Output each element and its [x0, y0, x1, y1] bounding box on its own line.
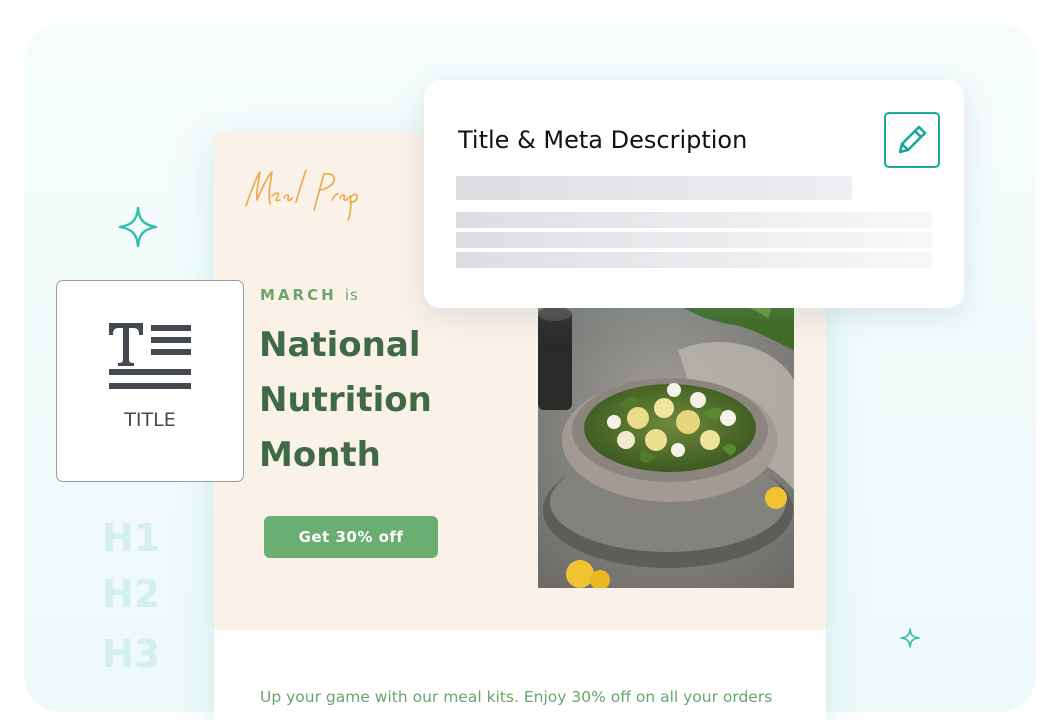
title-placeholder-bar: [456, 176, 852, 200]
sparkle-icon: [118, 206, 158, 248]
sparkle-icon: [900, 628, 920, 648]
heading-level-h1: H1: [102, 516, 161, 560]
mealprep-logo: [245, 169, 359, 221]
edit-button[interactable]: [884, 112, 940, 168]
get-discount-button[interactable]: Get 30% off: [264, 516, 438, 558]
title-card-label: TITLE: [124, 409, 176, 431]
kicker-month: MARCH: [260, 286, 337, 304]
meta-card-title: Title & Meta Description: [458, 126, 748, 154]
description-placeholder-bar: [456, 232, 932, 248]
headline-line: Nutrition: [259, 380, 432, 420]
email-tagline: Up your game with our meal kits. Enjoy 3…: [260, 688, 773, 706]
email-headline: National Nutrition Month: [259, 318, 479, 483]
heading-level-h3: H3: [102, 632, 161, 676]
headline-line: National: [259, 325, 421, 365]
heading-level-h2: H2: [102, 572, 161, 616]
description-placeholder-bar: [456, 252, 932, 268]
edit-pencil-icon: [898, 125, 927, 154]
kicker-text: MARCH is: [260, 286, 359, 304]
salad-photo: [538, 290, 794, 588]
kicker-suffix: is: [344, 286, 359, 304]
description-placeholder-bar: [456, 212, 932, 228]
headline-line: Month: [259, 435, 381, 475]
title-element-card[interactable]: TITLE: [56, 280, 244, 482]
title-text-icon: [109, 323, 191, 389]
meta-description-card: Title & Meta Description: [424, 80, 964, 308]
